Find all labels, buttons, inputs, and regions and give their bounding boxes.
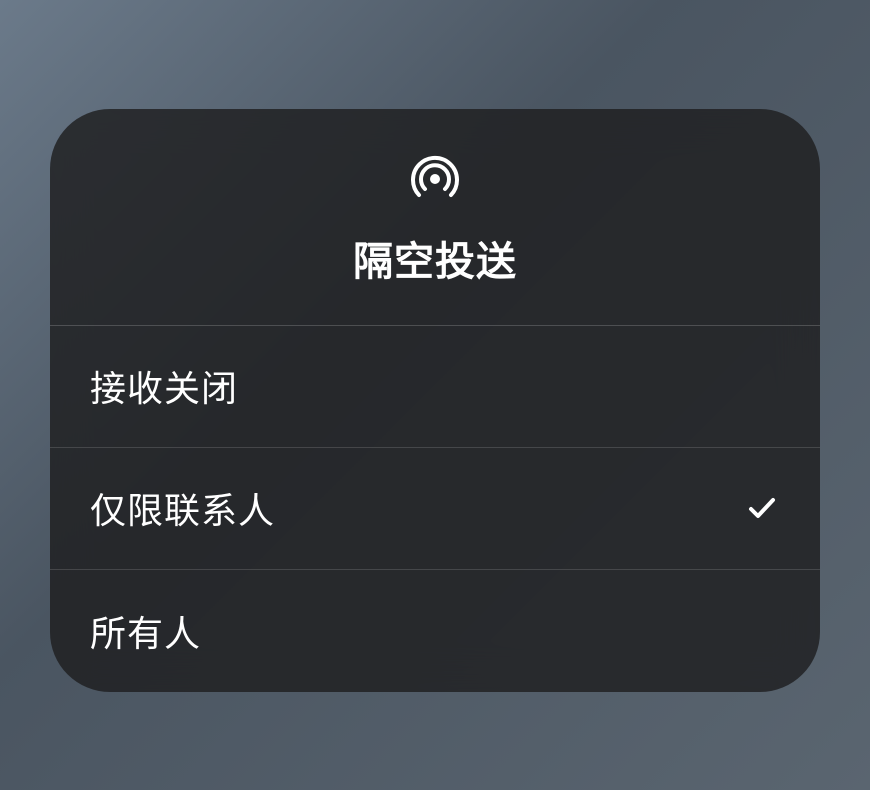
options-list: 接收关闭 仅限联系人 所有人 bbox=[50, 326, 820, 692]
option-label: 所有人 bbox=[90, 605, 201, 657]
option-label: 接收关闭 bbox=[90, 360, 238, 412]
option-receiving-off[interactable]: 接收关闭 bbox=[50, 326, 820, 448]
checkmark-icon bbox=[744, 490, 780, 526]
option-label: 仅限联系人 bbox=[90, 482, 275, 534]
option-everyone[interactable]: 所有人 bbox=[50, 570, 820, 692]
panel-title: 隔空投送 bbox=[353, 229, 517, 287]
option-contacts-only[interactable]: 仅限联系人 bbox=[50, 448, 820, 570]
panel-header: 隔空投送 bbox=[50, 109, 820, 326]
airdrop-icon bbox=[405, 149, 465, 209]
airdrop-panel: 隔空投送 接收关闭 仅限联系人 所有人 bbox=[50, 109, 820, 692]
